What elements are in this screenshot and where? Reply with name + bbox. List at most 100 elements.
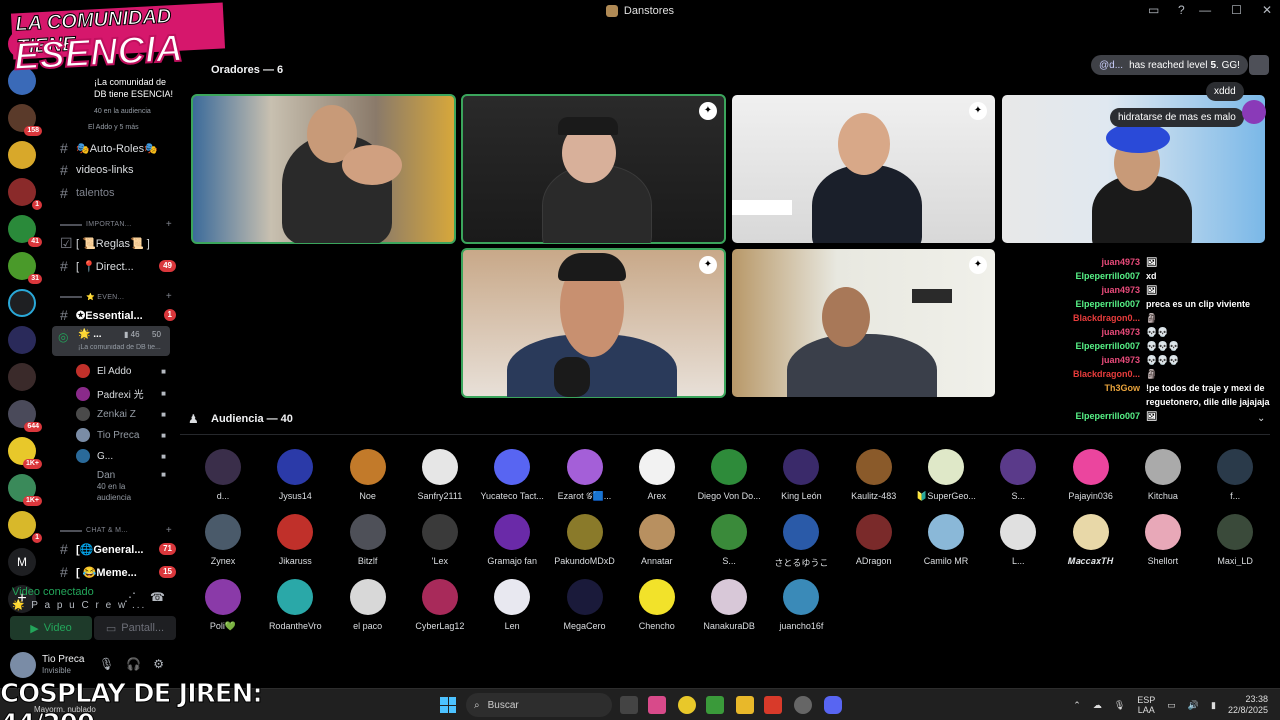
disconnect-icon[interactable]: ☎ [150, 590, 165, 604]
server-icon-6[interactable]: 41 [8, 215, 42, 247]
audience-member[interactable]: さとるゆうこ [766, 514, 836, 569]
user-name[interactable]: Tio Preca [42, 654, 84, 665]
help-icon[interactable]: ? [1178, 3, 1185, 17]
channel-general[interactable]: # [🌐General... 71 [60, 541, 176, 557]
gear-icon[interactable]: ⚙ [153, 657, 164, 671]
category-events[interactable]: ⭐ EVEN... + [60, 291, 172, 302]
speaker-video-tile[interactable] [191, 94, 456, 244]
server-icon-4[interactable] [8, 141, 36, 169]
screen-share-button[interactable]: ▭ Pantall... [94, 616, 176, 640]
audience-member[interactable]: f... [1200, 449, 1270, 501]
audience-member[interactable]: 'Lex [405, 514, 475, 566]
audience-member[interactable]: juancho16f [766, 579, 836, 631]
audience-member[interactable]: RodantheVro [260, 579, 330, 631]
channel-essential[interactable]: # ✪Essential... 1 [60, 307, 176, 323]
audience-member[interactable]: PakundoMDxD [550, 514, 620, 566]
audience-member[interactable]: Zynex [188, 514, 258, 566]
audience-member[interactable]: King León [766, 449, 836, 501]
maximize-icon[interactable]: ☐ [1231, 3, 1242, 17]
speaker-video-tile[interactable]: ✦ [461, 94, 726, 244]
audience-member[interactable]: L... [983, 514, 1053, 566]
audience-member[interactable]: Maxi_LD [1200, 514, 1270, 566]
voice-user[interactable]: Zenkai Z ■ [76, 407, 166, 421]
language-indicator[interactable]: ESP LAA [1137, 695, 1155, 715]
server-icon-9[interactable] [8, 326, 36, 354]
audience-member[interactable]: Yucateco Tact... [477, 449, 547, 501]
server-icon-letter[interactable]: M [8, 548, 36, 576]
speaker-video-tile[interactable]: ✦ [732, 95, 995, 243]
voice-user[interactable]: Padrexi 光 ■ [76, 386, 166, 401]
minimize-icon[interactable]: — [1199, 3, 1211, 17]
server-icon-3[interactable]: 158 [8, 104, 42, 136]
chrome-icon[interactable] [678, 696, 696, 714]
channel-talentos[interactable]: # talentos [60, 185, 176, 201]
category-important[interactable]: IMPORTAN... + [60, 219, 172, 230]
audience-member[interactable]: Arex [622, 449, 692, 501]
audience-member[interactable]: Gramajo fan [477, 514, 547, 566]
battery-icon[interactable]: ▮ [1211, 700, 1216, 711]
copilot-icon[interactable] [648, 696, 666, 714]
chevron-down-icon[interactable]: ⌄ [1257, 413, 1265, 424]
steam-icon[interactable] [794, 696, 812, 714]
voice-user[interactable]: Tio Preca ■ [76, 428, 166, 442]
audience-member[interactable]: Sanfry2111 [405, 449, 475, 501]
add-channel-icon[interactable]: + [166, 291, 172, 302]
audience-member[interactable]: Bitzlf [333, 514, 403, 566]
audience-member[interactable]: Jysus14 [260, 449, 330, 501]
audience-member[interactable]: Annatar [622, 514, 692, 566]
add-channel-icon[interactable]: + [166, 525, 172, 536]
noise-suppression-icon[interactable]: ⋰ [124, 590, 136, 604]
discord-icon[interactable] [824, 696, 842, 714]
audience-member[interactable]: 𝑴𝒂𝒄𝒄𝒂𝒙𝑻𝑯 [1056, 514, 1126, 567]
audience-member[interactable]: ADragon [839, 514, 909, 566]
speaker-video-tile[interactable]: ✦ [732, 249, 995, 397]
voice-user[interactable]: El Addo ■ [76, 364, 166, 378]
category-chat[interactable]: CHAT & M... + [60, 525, 172, 536]
server-icon-14[interactable]: 1 [8, 511, 42, 543]
audience-member[interactable]: el paco [333, 579, 403, 631]
audience-member[interactable]: Diego Von Do... [694, 449, 764, 501]
office-icon[interactable] [764, 696, 782, 714]
clock[interactable]: 23:38 22/8/2025 [1228, 694, 1268, 716]
server-icon-13[interactable]: 1K+ [8, 474, 42, 506]
voice-user-extra[interactable]: Dan 40 en la audiencia ■ [76, 470, 166, 503]
network-icon[interactable]: ▭ [1167, 700, 1176, 711]
audience-member[interactable]: MegaCero [550, 579, 620, 631]
file-explorer-icon[interactable] [736, 696, 754, 714]
speaker-video-tile[interactable]: ✦ [461, 248, 726, 398]
channel-videos-links[interactable]: # videos-links [60, 162, 176, 178]
taskbar-search[interactable]: ⌕ Buscar [466, 693, 612, 717]
audience-member[interactable]: Camilo MR [911, 514, 981, 566]
audience-member[interactable]: Shellort [1128, 514, 1198, 566]
audience-member[interactable]: S... [694, 514, 764, 566]
audience-member[interactable]: Poli💚 [188, 579, 258, 632]
windows-start-icon[interactable] [440, 697, 456, 713]
audience-member[interactable]: Chencho [622, 579, 692, 631]
headphones-icon[interactable]: 🎧 [126, 657, 141, 671]
volume-icon[interactable]: 🔊 [1188, 700, 1199, 711]
task-view-icon[interactable] [620, 696, 638, 714]
audience-member[interactable]: Pajayin036 [1056, 449, 1126, 501]
audience-member[interactable]: d... [188, 449, 258, 501]
channel-auto-roles[interactable]: # 🎭Auto-Roles🎭 [60, 140, 176, 156]
server-icon-12[interactable]: 1K+ [8, 437, 42, 469]
voice-status[interactable]: Video conectado [12, 586, 94, 598]
audience-member[interactable]: 🔰SuperGeo... [911, 449, 981, 502]
avatar[interactable] [10, 652, 36, 678]
server-icon-10[interactable] [8, 363, 36, 391]
cloud-icon[interactable]: ☁ [1093, 700, 1102, 711]
video-button[interactable]: ▶ Video [10, 616, 92, 640]
server-icon-7[interactable]: 31 [8, 252, 42, 284]
audience-member[interactable]: NanakuraDB [694, 579, 764, 631]
audience-member[interactable]: Kitchua [1128, 449, 1198, 501]
channel-direct[interactable]: #[ 📍Direct... 49 [60, 258, 176, 274]
channel-meme[interactable]: #[ 😂Meme... 15 [60, 564, 176, 580]
voice-channel-active[interactable]: ◎ 🌟 ... ▮ 46 50 ¡La comunidad de DB tie.… [52, 326, 170, 356]
audience-member[interactable]: Len [477, 579, 547, 631]
audience-member[interactable]: Jikaruss [260, 514, 330, 566]
server-icon-11[interactable]: 644 [8, 400, 42, 432]
server-icon-8[interactable] [8, 289, 36, 317]
audience-member[interactable]: Ezarot 𝒢🟦... [550, 449, 620, 502]
close-icon[interactable]: ✕ [1262, 3, 1272, 17]
audience-member[interactable]: Kaulitz-483 [839, 449, 909, 501]
